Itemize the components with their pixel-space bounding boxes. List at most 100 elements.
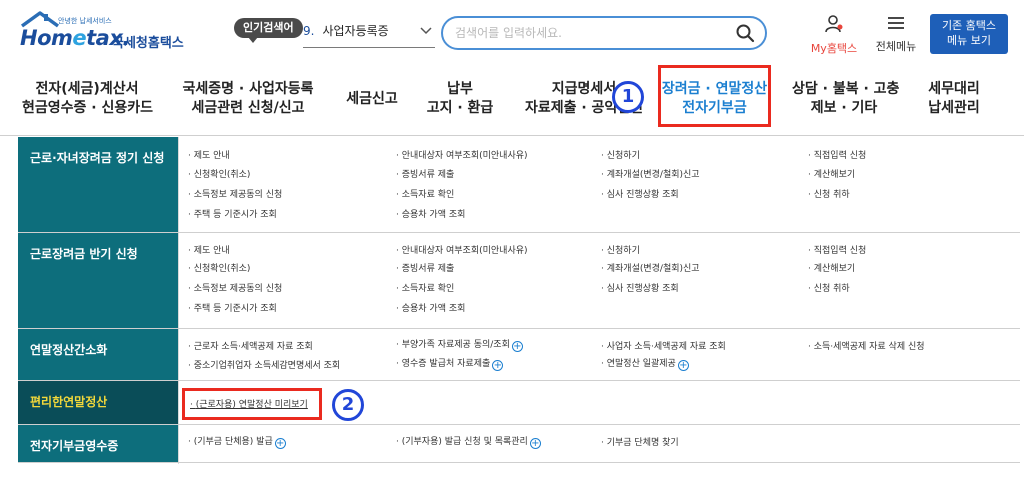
hamburger-menu-icon [888,17,904,29]
submenu-link-label: 영수증 발급처 자료제출 [401,359,491,369]
logo-tagline: 안녕한 납세서비스 [58,17,112,25]
nav-payment[interactable]: 납부 고지 · 환급 [420,80,500,118]
submenu-link[interactable]: 심사 진행상황 조회 [601,187,679,200]
nav-certificate-line2: 세금관련 신청/신고 [191,100,305,116]
nav-e-invoice[interactable]: 전자(세금)계산서 현금영수증 · 신용카드 [22,80,153,118]
submenu-link[interactable]: 소득자료 확인 [396,281,455,294]
nav-consultation-line1: 상담 · 불복 · 고충 [792,81,900,97]
submenu-link[interactable]: 신청확인(취소) [188,167,251,180]
step-marker-2: 2 [332,389,364,421]
plus-icon[interactable]: + [511,341,523,352]
popular-search-keyword: 사업자등록증 [322,24,389,38]
header: 안녕한 납세서비스 Hometax. 국세청홈택스 인기검색어 9. 사업자등록증… [0,0,1024,62]
submenu-link-with-plus[interactable]: (기부자용) 발급 신청 및 목록관리+ [396,434,541,449]
old-hometax-line1: 기존 홈택스 [941,19,997,32]
my-hometax-button[interactable]: My홈택스 [806,14,862,55]
old-hometax-line2: 메뉴 보기 [947,34,991,47]
submenu-link-label: (기부금 단체용) 발급 [193,437,273,447]
user-icon [825,15,843,33]
submenu-link[interactable]: 제도 안내 [188,148,230,161]
plus-icon[interactable]: + [492,360,504,371]
submenu-panel: 근로·자녀장려금 정기 신청 제도 안내 안내대상자 여부조회(미안내사유) 신… [18,137,1020,463]
nav-certificate[interactable]: 국세증명 · 사업자등록 세금관련 신청/신고 [178,80,318,118]
search-box [441,16,767,50]
search-icon[interactable] [735,23,755,43]
submenu-link[interactable]: 계산해보기 [808,167,855,180]
popular-search-dropdown[interactable]: 9. 사업자등록증 [303,22,435,48]
submenu-link-label: 부양가족 자료제공 동의/조회 [401,340,510,350]
submenu-link[interactable]: 주택 등 기준시가 조회 [188,207,277,220]
all-menu-button[interactable]: 전체메뉴 [868,14,924,54]
submenu-link[interactable]: 신청확인(취소) [188,261,251,274]
menu-row-incentive-regular: 근로·자녀장려금 정기 신청 제도 안내 안내대상자 여부조회(미안내사유) 신… [18,137,1020,233]
highlight-box-nav [658,65,771,127]
submenu-link[interactable]: 소득·세액공제 자료 삭제 신청 [808,339,925,352]
submenu-link[interactable]: 증빙서류 제출 [396,167,455,180]
popular-search-badge: 인기검색어 [234,18,303,43]
nav-e-invoice-line2: 현금영수증 · 신용카드 [22,100,153,116]
submenu-link[interactable]: 신청 취하 [808,187,850,200]
submenu-link[interactable]: 기부금 단체명 찾기 [601,435,679,448]
row-title: 전자기부금영수증 [18,425,178,462]
submenu-link[interactable]: 신청하기 [601,148,640,161]
nav-tax-report-line1: 세금신고 [346,91,398,107]
submenu-link[interactable]: 계산해보기 [808,261,855,274]
submenu-link[interactable]: 안내대상자 여부조회(미안내사유) [396,148,528,161]
hometax-logo[interactable]: 안녕한 납세서비스 Hometax. 국세청홈택스 [18,10,188,54]
submenu-link[interactable]: 주택 등 기준시가 조회 [188,301,277,314]
search-input[interactable] [455,23,735,43]
submenu-link[interactable]: 직접입력 신청 [808,243,867,256]
nav-tax-report[interactable]: 세금신고 [336,90,408,109]
nav-tax-agent[interactable]: 세무대리 납세관리 [914,80,994,118]
nav-consultation[interactable]: 상담 · 불복 · 고충 제보 · 기타 [792,80,900,118]
plus-icon[interactable]: + [529,438,541,449]
submenu-link[interactable]: 소득자료 확인 [396,187,455,200]
menu-row-incentive-half: 근로장려금 반기 신청 제도 안내 안내대상자 여부조회(미안내사유) 신청하기… [18,233,1020,329]
main-nav: 전자(세금)계산서 현금영수증 · 신용카드 국세증명 · 사업자등록 세금관련… [0,62,1024,136]
submenu-link[interactable]: 안내대상자 여부조회(미안내사유) [396,243,528,256]
submenu-link-label: (기부자용) 발급 신청 및 목록관리 [401,437,528,447]
highlight-box-preview [182,388,322,420]
submenu-link[interactable]: 계좌개설(변경/철회)신고 [601,261,700,274]
nav-payment-line2: 고지 · 환급 [426,100,494,116]
submenu-link[interactable]: 근로자 소득·세액공제 자료 조회 [188,339,313,352]
submenu-link[interactable]: 직접입력 신청 [808,148,867,161]
submenu-link-with-plus[interactable]: 영수증 발급처 자료제출+ [396,356,504,371]
row-title: 근로장려금 반기 신청 [18,233,178,328]
step-marker-1: 1 [612,81,644,113]
nav-tax-agent-line1: 세무대리 [928,81,980,97]
my-hometax-label: My홈택스 [810,42,858,55]
submenu-link-with-plus[interactable]: 부양가족 자료제공 동의/조회+ [396,337,523,352]
row-title: 근로·자녀장려금 정기 신청 [18,137,178,232]
chevron-down-icon[interactable] [419,26,433,36]
menu-row-donation-receipt: 전자기부금영수증 (기부금 단체용) 발급+ (기부자용) 발급 신청 및 목록… [18,425,1020,463]
submenu-link-with-plus[interactable]: 연말정산 일괄제공+ [601,356,689,371]
row-title: 편리한연말정산 [18,381,178,424]
nav-e-invoice-line1: 전자(세금)계산서 [35,81,139,97]
popular-search-number: 9. [303,24,315,38]
nav-payment-line1: 납부 [447,81,473,97]
submenu-link-with-plus[interactable]: (기부금 단체용) 발급+ [188,434,286,449]
submenu-link[interactable]: 중소기업취업자 소득세감면명세서 조회 [188,358,340,371]
nav-tax-agent-line2: 납세관리 [928,100,980,116]
submenu-link[interactable]: 승용차 가액 조회 [396,301,466,314]
submenu-link[interactable]: 증빙서류 제출 [396,261,455,274]
submenu-link[interactable]: 계좌개설(변경/철회)신고 [601,167,700,180]
submenu-link[interactable]: 사업자 소득·세액공제 자료 조회 [601,339,726,352]
all-menu-label: 전체메뉴 [875,40,917,53]
submenu-link[interactable]: 심사 진행상황 조회 [601,281,679,294]
nav-certificate-line1: 국세증명 · 사업자등록 [182,81,314,97]
menu-row-convenient: 편리한연말정산 [18,381,1020,425]
submenu-link[interactable]: 소득정보 제공동의 신청 [188,281,283,294]
plus-icon[interactable]: + [677,360,689,371]
submenu-link[interactable]: 소득정보 제공동의 신청 [188,187,283,200]
menu-row-simplified: 연말정산간소화 근로자 소득·세액공제 자료 조회 부양가족 자료제공 동의/조… [18,329,1020,381]
nav-consultation-line2: 제보 · 기타 [810,100,878,116]
submenu-link[interactable]: 제도 안내 [188,243,230,256]
old-hometax-menu-button[interactable]: 기존 홈택스 메뉴 보기 [930,14,1008,54]
submenu-link[interactable]: 승용차 가액 조회 [396,207,466,220]
logo-korean-name: 국세청홈택스 [112,36,184,51]
submenu-link[interactable]: 신청 취하 [808,281,850,294]
submenu-link[interactable]: 신청하기 [601,243,640,256]
plus-icon[interactable]: + [274,438,286,449]
